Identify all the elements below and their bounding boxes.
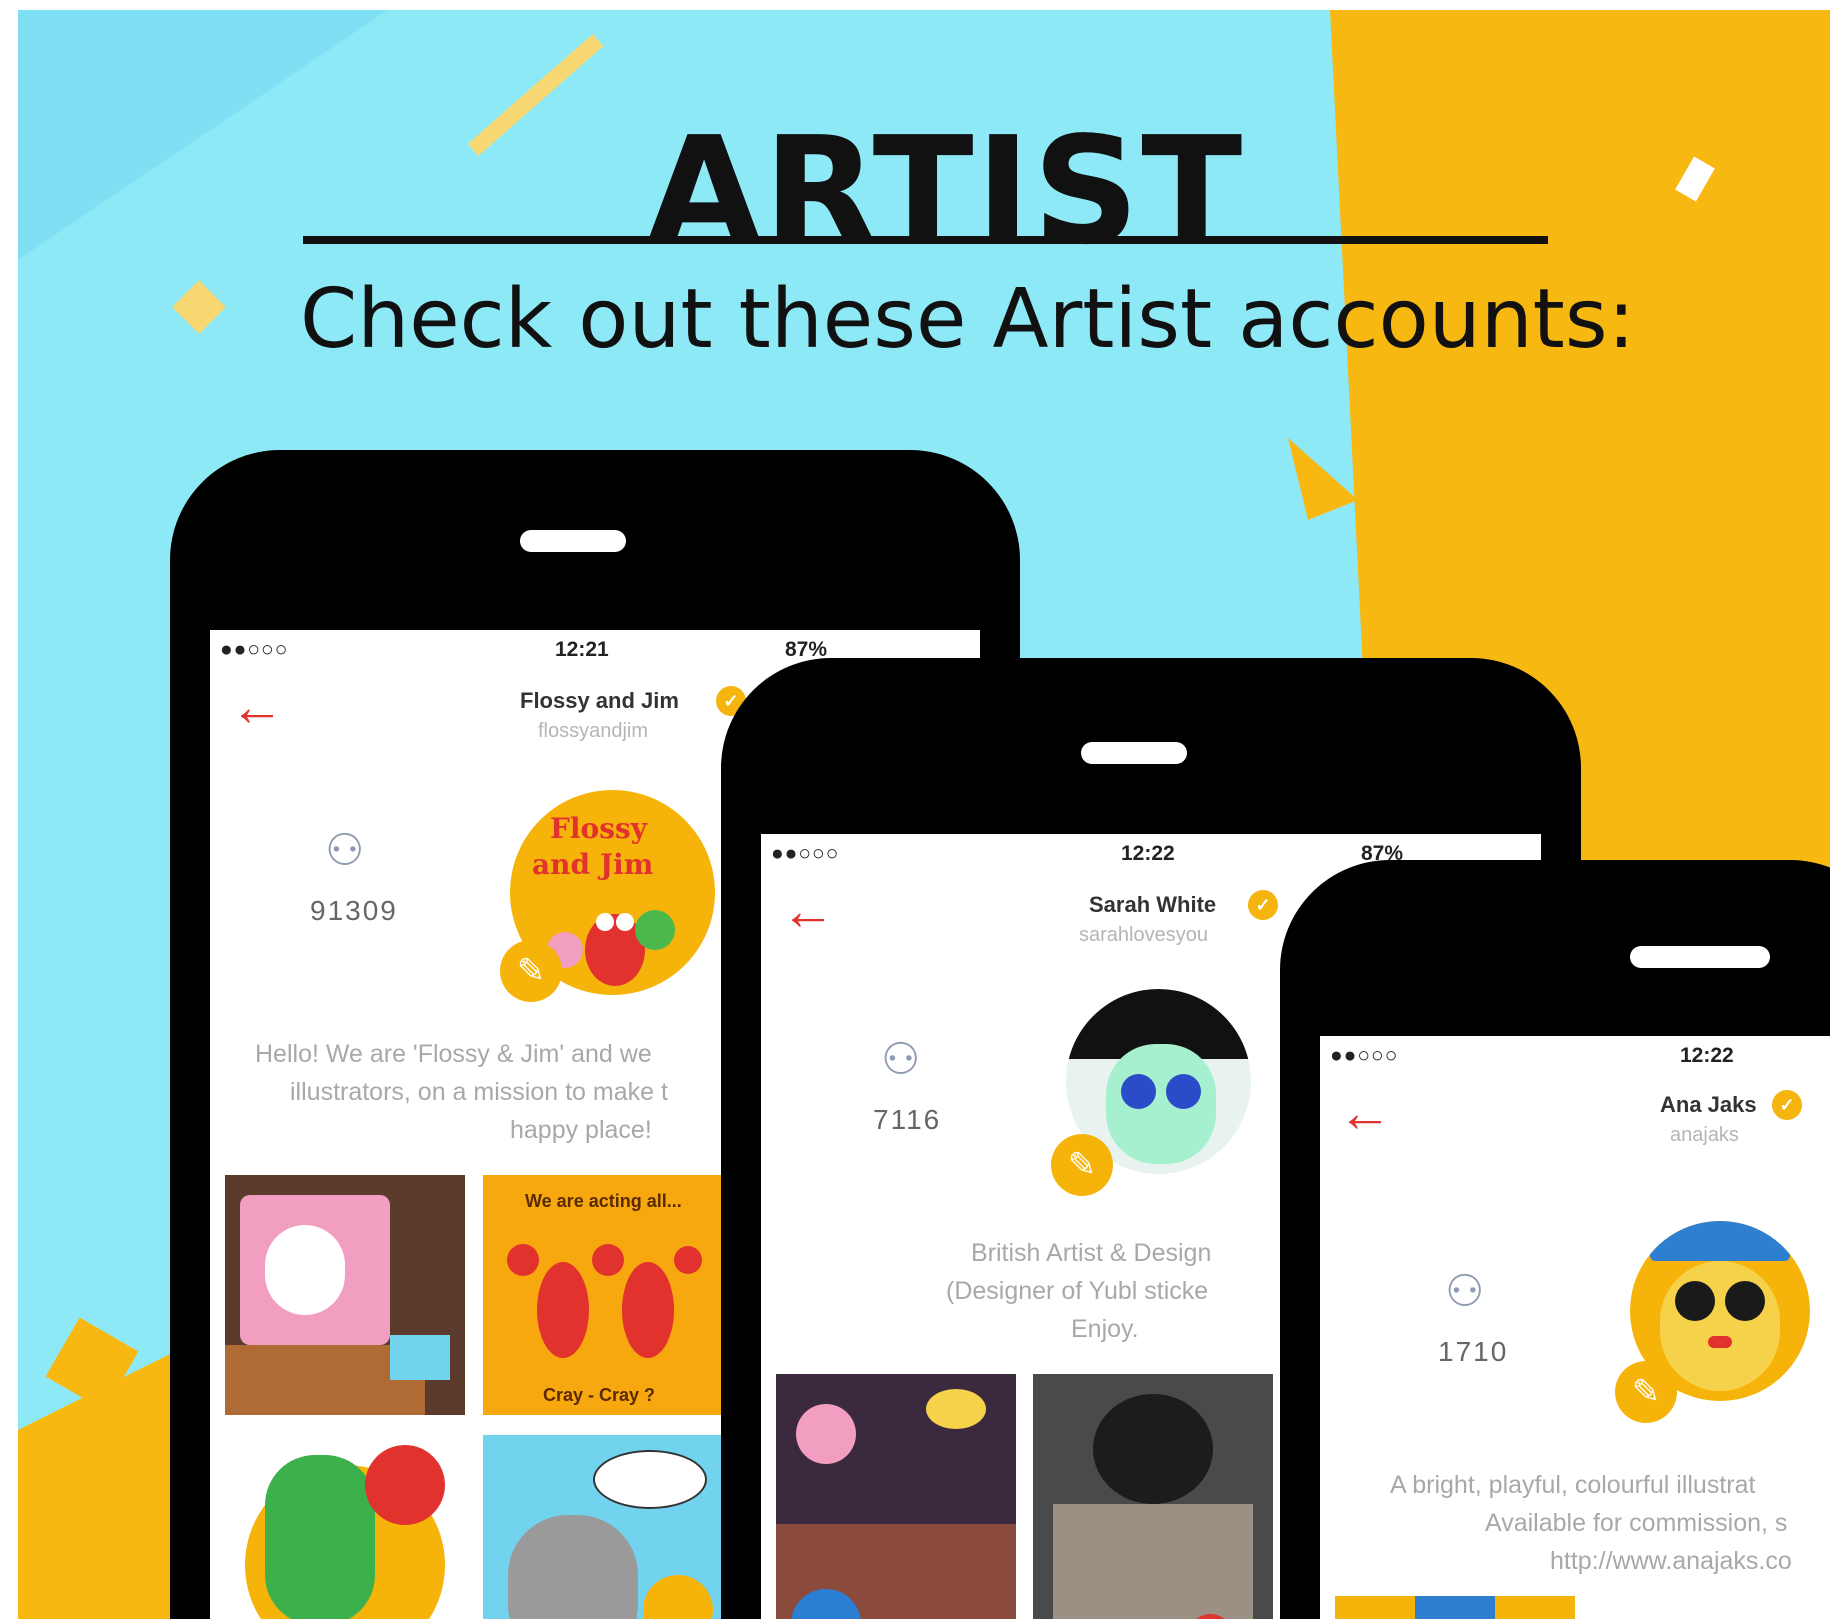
- sunglass-right: [1725, 1281, 1765, 1321]
- profile-name: Flossy and Jim: [520, 688, 679, 713]
- edit-pencil-icon[interactable]: ✎: [500, 940, 562, 1002]
- bio-line: A bright, playful, colourful illustrat: [1390, 1471, 1756, 1499]
- lobsters-illustration: [507, 1244, 702, 1358]
- followers-icon: ⚇: [1445, 1267, 1485, 1316]
- back-arrow-icon[interactable]: ←: [1338, 1086, 1392, 1140]
- bg-cyan-shade: [18, 10, 388, 260]
- deco-diamond-small: [172, 280, 226, 334]
- bio-line: http://www.anajaks.co: [1550, 1547, 1792, 1575]
- back-arrow-icon[interactable]: ←: [781, 884, 835, 938]
- status-time: 12:22: [1121, 842, 1175, 865]
- sunglass-left: [1121, 1074, 1156, 1109]
- page-subtitle: Check out these Artist accounts:: [300, 272, 1636, 367]
- profile-handle: flossyandjim: [538, 720, 649, 742]
- tile-caption: Cray - Cray ?: [543, 1385, 656, 1405]
- post-tile[interactable]: [225, 1435, 465, 1619]
- phone-speaker: [520, 530, 626, 552]
- edit-pencil-icon[interactable]: ✎: [1051, 1134, 1113, 1196]
- verified-badge-icon: ✓: [1248, 890, 1278, 920]
- followers-count: 91309: [310, 895, 398, 926]
- phone-speaker: [1630, 946, 1770, 968]
- profile-bio: A bright, playful, colourful illustrat A…: [1390, 1466, 1830, 1580]
- unicorn-image: [265, 1225, 345, 1315]
- tile-image: [1415, 1596, 1495, 1619]
- sticker-image: [643, 1575, 713, 1619]
- title-divider: [303, 236, 1548, 244]
- back-arrow-icon[interactable]: ←: [230, 680, 284, 734]
- profile-handle: sarahlovesyou: [1079, 924, 1208, 946]
- card-image: [390, 1335, 450, 1380]
- sunglass-left: [1675, 1281, 1715, 1321]
- post-tile[interactable]: [776, 1374, 1016, 1619]
- speech-bubble: [593, 1450, 707, 1509]
- signal-indicator: ●●○○○: [771, 842, 840, 865]
- status-time: 12:21: [555, 638, 609, 661]
- profile-name: Sarah White: [1089, 892, 1217, 917]
- phone-speaker: [1081, 742, 1187, 764]
- followers-icon: ⚇: [325, 826, 365, 875]
- signal-indicator: ●●○○○: [1330, 1044, 1399, 1067]
- avatar-text-line2: and Jim: [532, 848, 654, 881]
- lobster-illustration: [547, 910, 675, 986]
- face-image: [1660, 1261, 1780, 1391]
- avatar-text-line1: Flossy: [550, 812, 647, 845]
- lips-image: [1708, 1336, 1732, 1348]
- tile-caption: We are acting all...: [525, 1191, 682, 1211]
- pug-image: [1093, 1394, 1213, 1504]
- promo-banner: ARTIST Check out these Artist accounts: …: [18, 10, 1830, 1619]
- verified-badge-icon: ✓: [1772, 1090, 1802, 1120]
- post-tile[interactable]: We are acting all... Cray - Cray ?: [483, 1175, 723, 1415]
- status-time: 12:22: [1680, 1044, 1734, 1067]
- signal-indicator: ●●○○○: [220, 638, 289, 661]
- edit-pencil-icon[interactable]: ✎: [1615, 1361, 1677, 1423]
- followers-count: 1710: [1438, 1336, 1509, 1367]
- profile-name: Ana Jaks: [1660, 1092, 1757, 1117]
- status-bar: ●●○○○ 12:22: [1320, 1042, 1830, 1070]
- post-tile[interactable]: [483, 1435, 723, 1619]
- narwhal-image: [508, 1515, 638, 1619]
- post-tile[interactable]: [1033, 1374, 1273, 1619]
- phone-screen-3: ●●○○○ 12:22 ← Ana Jaks ✓ anajaks ⚇ 1710 …: [1320, 1036, 1830, 1619]
- sticker-image: [796, 1404, 856, 1464]
- hair-image: [1106, 1044, 1216, 1164]
- sunglass-right: [1166, 1074, 1201, 1109]
- profile-handle: anajaks: [1670, 1124, 1739, 1146]
- sticker-image: [926, 1389, 986, 1429]
- deco-triangle: [1288, 438, 1358, 520]
- followers-count: 7116: [873, 1104, 942, 1135]
- hat-image: [1650, 1221, 1790, 1261]
- bio-line: Available for commission, s: [1485, 1509, 1788, 1537]
- post-tile[interactable]: [225, 1175, 465, 1415]
- post-tile[interactable]: [1335, 1596, 1575, 1619]
- coat-image: [1053, 1504, 1253, 1619]
- followers-icon: ⚇: [881, 1035, 921, 1084]
- sticker-image: [365, 1445, 445, 1525]
- phone-mockup-3: ●●○○○ 12:22 ← Ana Jaks ✓ anajaks ⚇ 1710 …: [1280, 860, 1830, 1619]
- dino-image: [265, 1455, 375, 1619]
- page-title: ARTIST: [646, 105, 1245, 277]
